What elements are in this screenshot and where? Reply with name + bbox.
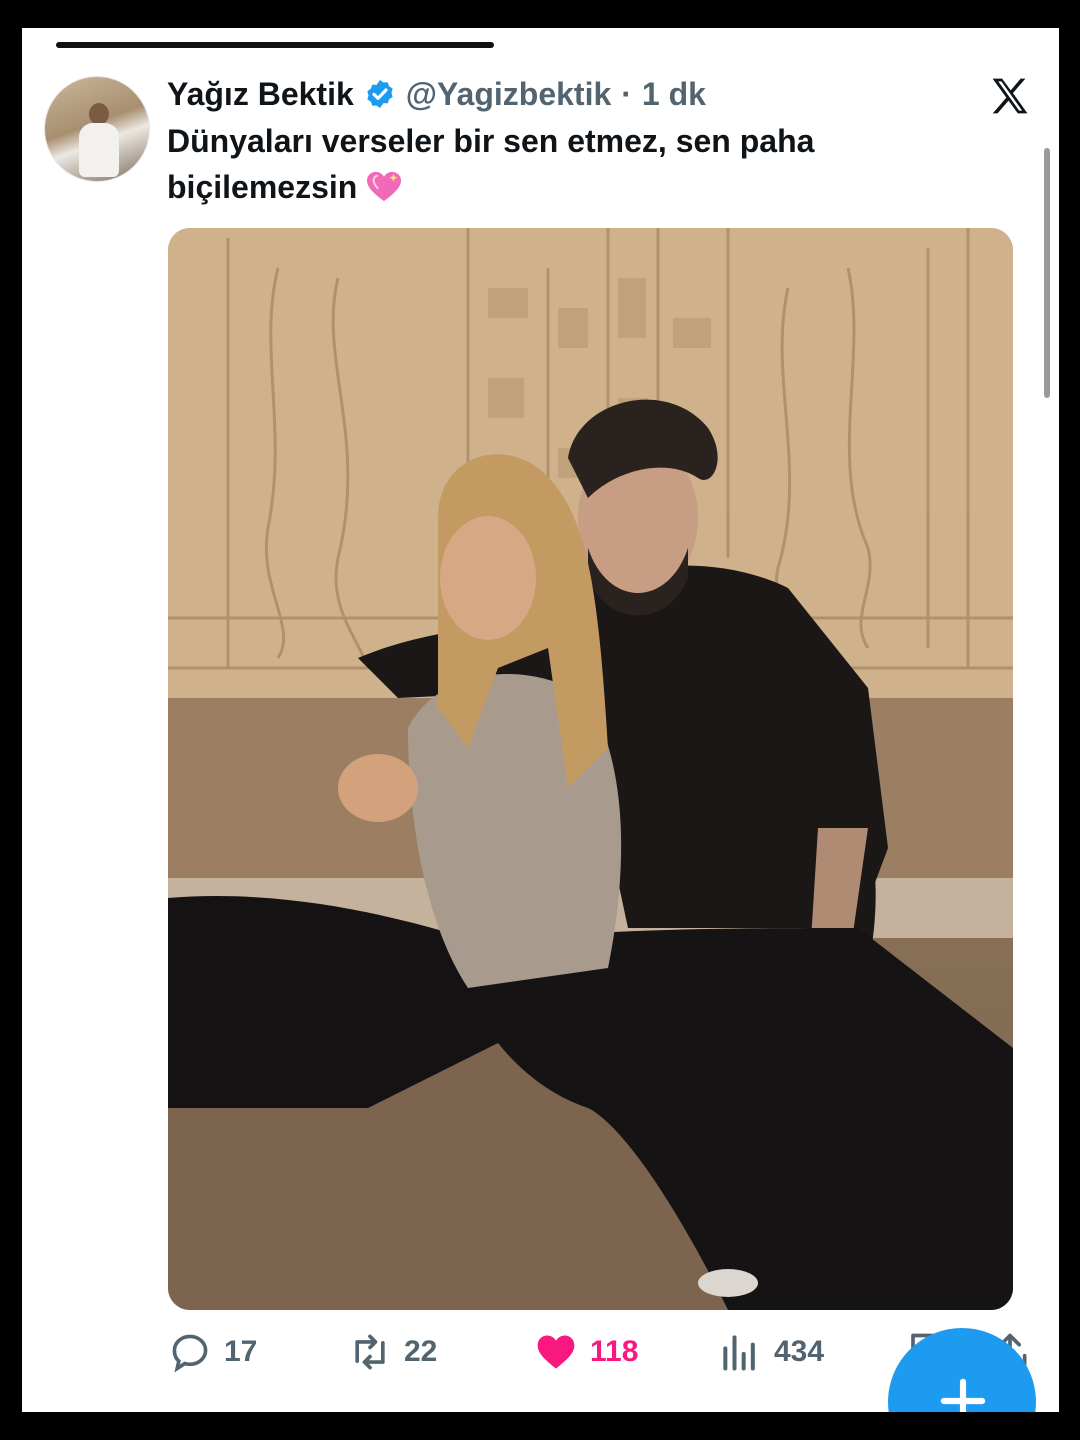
verified-badge-icon (367, 80, 393, 108)
retweet-icon (355, 1334, 385, 1370)
sparkling-heart-icon (367, 171, 402, 202)
tweet-photo[interactable] (168, 228, 1013, 1310)
views-icon (723, 1335, 755, 1371)
like-button[interactable]: 118 (534, 1324, 638, 1380)
views-button[interactable]: 434 (718, 1324, 824, 1380)
avatar[interactable] (44, 76, 150, 182)
tweet-header: Yağız Bektik @Yagizbektik · 1 dk (167, 72, 706, 116)
avatar-figure-body (79, 123, 119, 177)
story-progress-bar (56, 42, 494, 48)
retweet-count: 22 (404, 1335, 438, 1368)
avatar-figure-head (89, 103, 109, 125)
scrollbar[interactable] (1044, 148, 1050, 398)
photo-illustration (168, 228, 1013, 1310)
author-name[interactable]: Yağız Bektik (167, 76, 354, 113)
tweet-time[interactable]: 1 dk (642, 76, 706, 113)
x-logo-icon[interactable] (988, 74, 1032, 118)
views-count: 434 (774, 1335, 825, 1368)
tweet-text: Dünyaları verseler bir sen etmez, sen pa… (167, 118, 967, 210)
retweet-button[interactable]: 22 (348, 1324, 437, 1380)
tweet-body: Dünyaları verseler bir sen etmez, sen pa… (167, 123, 815, 205)
reply-icon (172, 1334, 208, 1373)
heart-icon (537, 1335, 575, 1369)
reply-count: 17 (224, 1335, 258, 1368)
like-count: 118 (590, 1335, 639, 1368)
tweet-screen: Yağız Bektik @Yagizbektik · 1 dk Dünyala… (22, 28, 1059, 1412)
author-handle[interactable]: @Yagizbektik (406, 76, 612, 113)
plus-icon (940, 1378, 986, 1412)
separator-dot: · (621, 75, 632, 112)
reply-button[interactable]: 17 (168, 1324, 257, 1380)
